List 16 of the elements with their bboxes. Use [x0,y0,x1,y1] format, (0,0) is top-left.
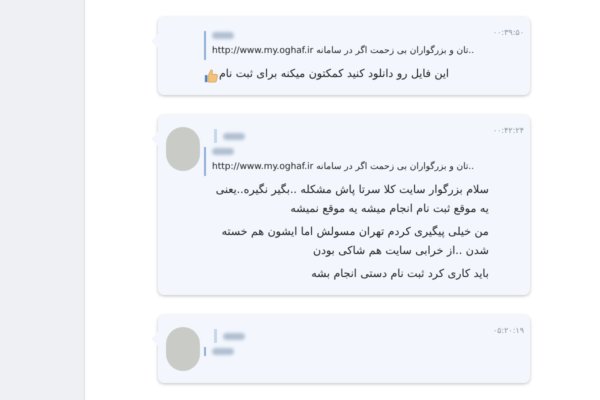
quoted-text: ..تان و بزرگواران بی زحمت اگر در سامانه http://www.my.oghaf.ir [212,44,474,58]
message-text: این فایل رو دانلود کنید کمکتون میکنه برای ثبت نام [219,66,449,82]
message-text: سلام بزرگوار سایت کلا سرتا پاش مشکله ..بگیر نگیره..یعنی یه موقع ثبت نام انجام میشه یه موقع نمیشه [214,182,489,217]
quoted-message[interactable]: ..تان و بزرگواران بی زحمت اگر در سامانه http://www.my.oghaf.ir [204,147,474,176]
message-time: ۰۰:۴۲:۲۴ [492,125,524,137]
message-time: ۰۵:۲۰:۱۹ [492,325,524,337]
quoted-message[interactable]: ..تان و بزرگواران بی زحمت اگر در سامانه http://www.my.oghaf.ir [204,31,474,60]
message-text: من خیلی پیگیری کردم تهران مسولش اما ایشون هم خسته شدن ..از خرابی سایت هم شاکی بودن [220,224,489,259]
blurred-name [223,132,245,140]
message-time: ۰۰:۳۹:۵۰ [492,27,524,39]
avatar-photo[interactable] [166,327,200,371]
quoted-text: ..تان و بزرگواران بی زحمت اگر در سامانه http://www.my.oghaf.ir [212,160,474,174]
message-text: باید کاری کرد ثبت نام دستی انجام بشه [310,266,489,282]
avatar-photo[interactable] [166,127,200,171]
quoted-message[interactable] [204,347,234,356]
blurred-name [223,332,245,340]
